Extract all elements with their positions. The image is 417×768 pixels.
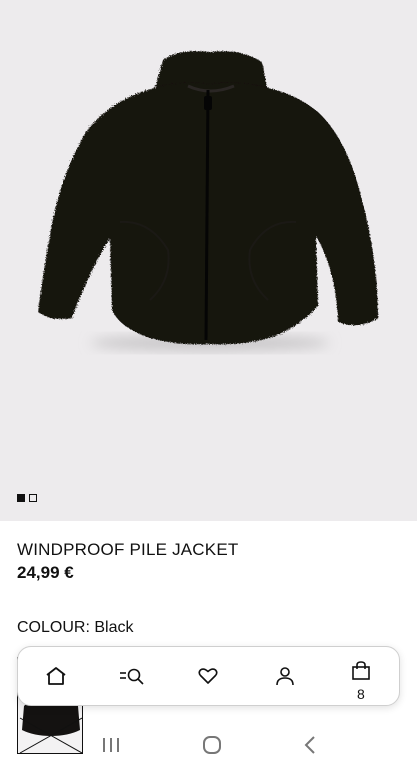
product-title: WINDPROOF PILE JACKET bbox=[17, 540, 239, 559]
heart-icon bbox=[198, 668, 219, 684]
gallery-dot-2[interactable] bbox=[29, 494, 37, 502]
colour-selector-label: COLOUR: Black bbox=[17, 619, 133, 637]
jacket-image bbox=[38, 51, 378, 351]
system-navigation-bar bbox=[0, 722, 417, 768]
colour-label: COLOUR: bbox=[17, 619, 90, 636]
tab-favourites[interactable] bbox=[182, 650, 234, 702]
bottom-tab-bar: 8 bbox=[17, 646, 400, 706]
gallery-pagination bbox=[17, 494, 37, 502]
product-price: 24,99 € bbox=[17, 563, 74, 582]
product-image-gallery[interactable] bbox=[0, 0, 417, 521]
home-icon bbox=[46, 667, 66, 685]
home-circle-icon[interactable] bbox=[202, 735, 222, 755]
product-page: WINDPROOF PILE JACKET 24,99 € COLOUR: Bl… bbox=[0, 0, 417, 768]
recent-apps-icon[interactable] bbox=[100, 736, 122, 754]
tab-search[interactable] bbox=[106, 650, 158, 702]
colour-value: Black bbox=[94, 619, 134, 636]
tab-bag[interactable]: 8 bbox=[335, 650, 387, 702]
gallery-dot-1[interactable] bbox=[17, 494, 25, 502]
shopping-bag-icon bbox=[352, 661, 370, 680]
tab-home[interactable] bbox=[30, 650, 82, 702]
back-icon[interactable] bbox=[303, 735, 317, 755]
bag-count-badge: 8 bbox=[356, 686, 365, 702]
tab-account[interactable] bbox=[259, 650, 311, 702]
search-icon bbox=[120, 668, 144, 685]
user-icon bbox=[275, 667, 294, 686]
